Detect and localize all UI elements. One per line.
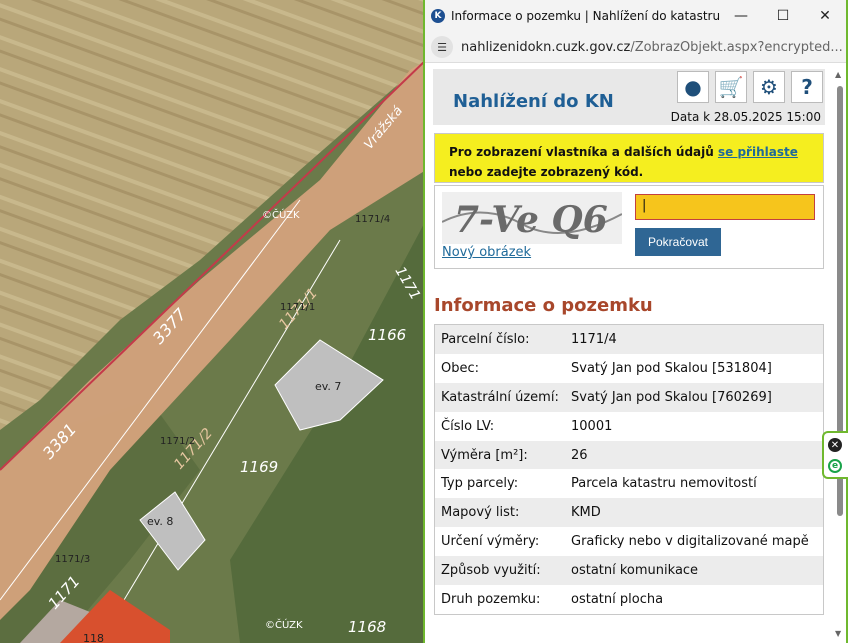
url-domain: nahlizenidokn.cuzk.gov.cz bbox=[461, 39, 631, 55]
map-watermark-top: ©ČÚZK bbox=[262, 208, 300, 221]
map-label-1171-2b: 1171/2 bbox=[160, 436, 195, 447]
user-icon[interactable]: ● bbox=[677, 71, 709, 103]
row-value: Svatý Jan pod Skalou [531804] bbox=[571, 360, 772, 376]
widget-close-icon[interactable]: ✕ bbox=[828, 438, 842, 452]
map-label-1171-1b: 1171/1 bbox=[280, 302, 315, 313]
url-path: /ZobrazObjekt.aspx?encrypted... bbox=[630, 39, 843, 55]
minimize-icon[interactable]: — bbox=[720, 8, 762, 24]
row-label: Způsob využití: bbox=[434, 556, 565, 586]
scrollbar[interactable]: ▲ ▼ bbox=[834, 66, 844, 640]
row-value: Graficky nebo v digitalizované mapě bbox=[571, 534, 809, 550]
captcha-input[interactable]: | bbox=[635, 194, 815, 220]
map-label-1166: 1166 bbox=[368, 326, 406, 344]
close-icon[interactable]: ✕ bbox=[804, 8, 846, 24]
row-value: ostatní komunikace bbox=[565, 556, 824, 586]
notice-text-after: nebo zadejte zobrazený kód. bbox=[449, 165, 644, 179]
map-label-1169: 1169 bbox=[240, 458, 278, 476]
extension-widget[interactable]: ✕ e bbox=[822, 431, 848, 479]
login-link[interactable]: se přihlaste bbox=[718, 145, 798, 159]
notice-text-before: Pro zobrazení vlastníka a dalších údajů bbox=[449, 145, 718, 159]
window-title: Informace o pozemku | Nahlížení do katas… bbox=[451, 9, 720, 23]
brand-title[interactable]: Nahlížení do KN bbox=[453, 91, 614, 112]
help-icon[interactable]: ? bbox=[791, 71, 823, 103]
row-value: 10001 bbox=[571, 418, 613, 434]
scroll-up-icon[interactable]: ▲ bbox=[835, 70, 841, 79]
map-watermark-bottom: ©ČÚZK bbox=[265, 618, 303, 631]
app-header: Nahlížení do KN ● 🛒 ⚙ ? Data k 28.05.202… bbox=[433, 69, 825, 125]
table-row: Výměra [m²]: 26 bbox=[434, 440, 824, 470]
row-label: Mapový list: bbox=[434, 498, 565, 528]
row-value: 26 bbox=[565, 440, 824, 470]
row-value: 1171/4 bbox=[565, 324, 824, 354]
row-value: Svatý Jan pod Skalou [760269] bbox=[565, 382, 824, 412]
map-label-ev7: ev. 7 bbox=[315, 380, 341, 393]
row-label: Druh pozemku: bbox=[441, 591, 541, 607]
captcha-image: 7-Ve Q6 bbox=[441, 192, 623, 244]
login-notice: Pro zobrazení vlastníka a dalších údajů … bbox=[434, 133, 824, 183]
table-row: Určení výměry: Graficky nebo v digitalizo… bbox=[435, 527, 824, 556]
cart-icon[interactable]: 🛒 bbox=[715, 71, 747, 103]
table-row: Způsob využití: ostatní komunikace bbox=[434, 556, 824, 586]
row-label: Určení výměry: bbox=[441, 534, 540, 550]
table-row: Parcelní číslo: 1171/4 bbox=[434, 324, 824, 354]
window-titlebar[interactable]: K Informace o pozemku | Nahlížení do kat… bbox=[425, 0, 846, 32]
row-value: KMD bbox=[565, 498, 824, 528]
table-row: Druh pozemku: ostatní plocha bbox=[435, 585, 824, 614]
widget-e-icon[interactable]: e bbox=[828, 459, 842, 473]
table-row: Mapový list: KMD bbox=[434, 498, 824, 528]
section-title: Informace o pozemku bbox=[434, 295, 653, 316]
row-label: Parcelní číslo: bbox=[434, 324, 565, 354]
site-info-icon[interactable]: ☰ bbox=[431, 36, 453, 58]
row-value: ostatní plocha bbox=[571, 591, 664, 607]
browser-popup-window: K Informace o pozemku | Nahlížení do kat… bbox=[423, 0, 848, 643]
row-value: Parcela katastru nemovitostí bbox=[571, 476, 757, 492]
scroll-down-icon[interactable]: ▼ bbox=[835, 629, 841, 638]
map-label-1171-4: 1171/4 bbox=[355, 214, 390, 225]
cadastral-map[interactable]: Vrážská 3377 3381 1171/4 1171/1 1171/1 1… bbox=[0, 0, 426, 643]
captcha-panel: 7-Ve Q6 Nový obrázek | Pokračovat bbox=[434, 185, 824, 269]
map-label-118: 118 bbox=[83, 632, 104, 643]
new-image-link[interactable]: Nový obrázek bbox=[442, 245, 531, 260]
row-label: Číslo LV: bbox=[441, 418, 495, 434]
map-label-1168: 1168 bbox=[348, 618, 386, 636]
continue-button[interactable]: Pokračovat bbox=[635, 228, 721, 256]
table-row: Katastrální území: Svatý Jan pod Skalou [… bbox=[434, 382, 824, 412]
table-row: Obec: Svatý Jan pod Skalou [531804] bbox=[435, 354, 824, 383]
captcha-glyphs: 7-Ve Q6 bbox=[454, 199, 608, 241]
map-label-ev8: ev. 8 bbox=[147, 515, 173, 528]
table-row: Číslo LV: 10001 bbox=[435, 412, 824, 441]
row-label: Obec: bbox=[441, 360, 480, 376]
parcel-info-table: Parcelní číslo: 1171/4 Obec: Svatý Jan pod … bbox=[434, 324, 824, 615]
map-label-1171-3: 1171/3 bbox=[55, 554, 90, 565]
address-bar[interactable]: ☰ nahlizenidokn.cuzk.gov.cz /ZobrazObjek… bbox=[425, 32, 846, 63]
row-label: Výměra [m²]: bbox=[434, 440, 565, 470]
maximize-icon[interactable]: ☐ bbox=[762, 8, 804, 24]
row-label: Typ parcely: bbox=[441, 476, 519, 492]
gear-icon[interactable]: ⚙ bbox=[753, 71, 785, 103]
data-date: Data k 28.05.2025 15:00 bbox=[670, 110, 821, 124]
table-row: Typ parcely: Parcela katastru nemovitostí bbox=[435, 469, 824, 498]
page-content: Nahlížení do KN ● 🛒 ⚙ ? Data k 28.05.202… bbox=[425, 63, 832, 643]
row-label: Katastrální území: bbox=[434, 382, 565, 412]
cuzk-favicon-icon: K bbox=[431, 9, 445, 23]
